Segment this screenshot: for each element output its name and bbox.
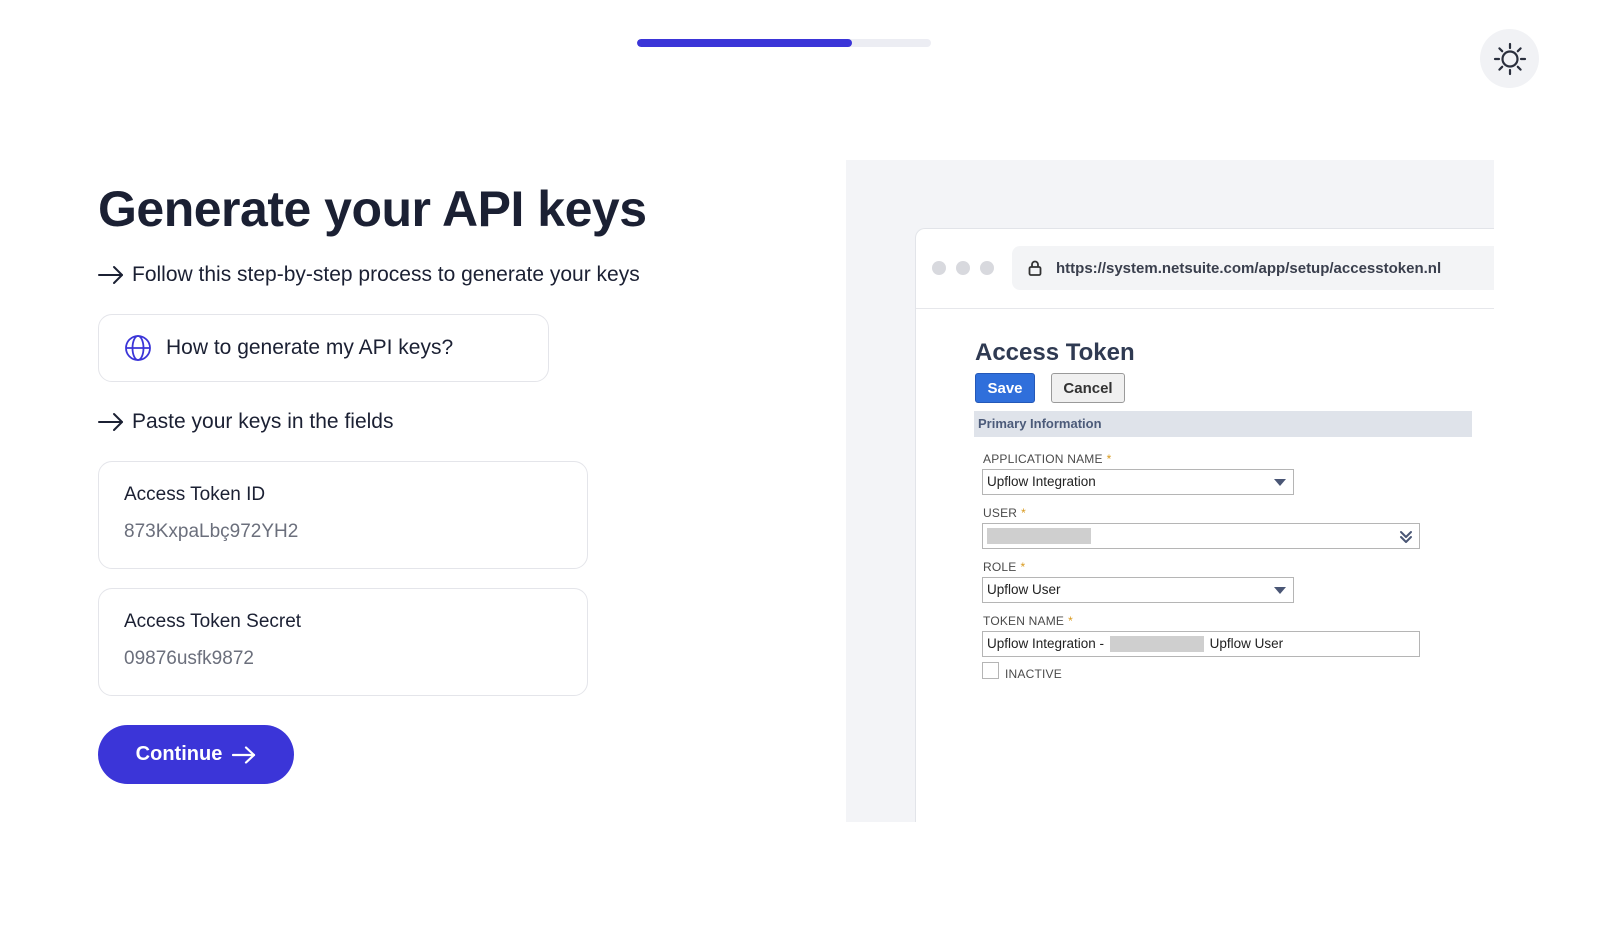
redacted-value xyxy=(987,528,1091,545)
help-link-button[interactable]: How to generate my API keys? xyxy=(98,314,549,382)
theme-toggle-button[interactable] xyxy=(1480,29,1539,88)
arrow-right-icon xyxy=(232,745,256,764)
access-token-secret-label: Access Token Secret xyxy=(124,611,302,632)
required-star: * xyxy=(1021,506,1027,520)
caret-down-icon xyxy=(1274,479,1286,486)
access-token-secret-input[interactable] xyxy=(124,648,562,670)
user-label-text: USER xyxy=(983,506,1018,520)
arrow-right-icon xyxy=(98,413,123,431)
application-name-label: APPLICATION NAME * xyxy=(983,452,1112,466)
token-name-suffix: Upflow User xyxy=(1209,636,1284,651)
caret-down-icon xyxy=(1274,587,1286,594)
address-url: https://system.netsuite.com/app/setup/ac… xyxy=(1056,259,1442,277)
role-value: Upflow User xyxy=(987,582,1061,597)
role-label: ROLE * xyxy=(983,560,1025,574)
access-token-id-label: Access Token ID xyxy=(124,484,266,505)
step-instruction-text: Paste your keys in the fields xyxy=(132,410,394,433)
required-star: * xyxy=(1106,452,1112,466)
browser-window: https://system.netsuite.com/app/setup/ac… xyxy=(915,228,1494,822)
application-name-select: Upflow Integration xyxy=(982,469,1294,495)
window-dot xyxy=(932,261,946,275)
access-token-id-input[interactable] xyxy=(124,521,562,543)
sun-icon xyxy=(1493,42,1526,75)
required-star: * xyxy=(1068,614,1073,628)
step-instruction-1: Follow this step-by-step process to gene… xyxy=(98,263,640,287)
double-chevron-down-icon xyxy=(1400,531,1412,543)
user-select xyxy=(982,523,1420,549)
globe-icon xyxy=(125,335,151,361)
progress-bar-fill xyxy=(637,39,852,47)
required-star: * xyxy=(1020,560,1026,574)
token-name-prefix: Upflow Integration - xyxy=(987,636,1105,651)
token-name-label-text: TOKEN NAME xyxy=(983,614,1065,628)
application-name-label-text: APPLICATION NAME xyxy=(983,452,1103,466)
continue-button-label: Continue xyxy=(135,743,223,765)
netsuite-section-header: Primary Information xyxy=(974,411,1472,437)
access-token-secret-field[interactable]: Access Token Secret xyxy=(98,588,588,696)
netsuite-page-title: Access Token xyxy=(975,339,1135,366)
token-name-label: TOKEN NAME * xyxy=(983,614,1073,628)
role-select: Upflow User xyxy=(982,577,1294,603)
browser-toolbar: https://system.netsuite.com/app/setup/ac… xyxy=(916,229,1494,309)
inactive-checkbox xyxy=(982,662,999,679)
user-label: USER * xyxy=(983,506,1026,520)
window-dot xyxy=(956,261,970,275)
access-token-id-field[interactable]: Access Token ID xyxy=(98,461,588,569)
inactive-label: INACTIVE xyxy=(1005,667,1062,681)
page-title: Generate your API keys xyxy=(98,181,647,237)
lock-icon xyxy=(1028,260,1042,276)
role-label-text: ROLE xyxy=(983,560,1017,574)
progress-bar xyxy=(637,39,931,47)
window-dot xyxy=(980,261,994,275)
step-instruction-text: Follow this step-by-step process to gene… xyxy=(132,263,640,286)
netsuite-cancel-button: Cancel xyxy=(1051,373,1125,403)
arrow-right-icon xyxy=(98,266,123,284)
continue-button[interactable]: Continue xyxy=(98,725,294,784)
address-bar: https://system.netsuite.com/app/setup/ac… xyxy=(1012,246,1494,290)
redacted-value xyxy=(1109,636,1204,653)
help-link-label: How to generate my API keys? xyxy=(166,336,454,359)
token-name-input: Upflow Integration - Upflow User xyxy=(982,631,1420,657)
netsuite-illustration: https://system.netsuite.com/app/setup/ac… xyxy=(846,160,1494,822)
step-instruction-2: Paste your keys in the fields xyxy=(98,410,393,434)
application-name-value: Upflow Integration xyxy=(987,474,1096,489)
netsuite-save-button: Save xyxy=(975,373,1035,403)
